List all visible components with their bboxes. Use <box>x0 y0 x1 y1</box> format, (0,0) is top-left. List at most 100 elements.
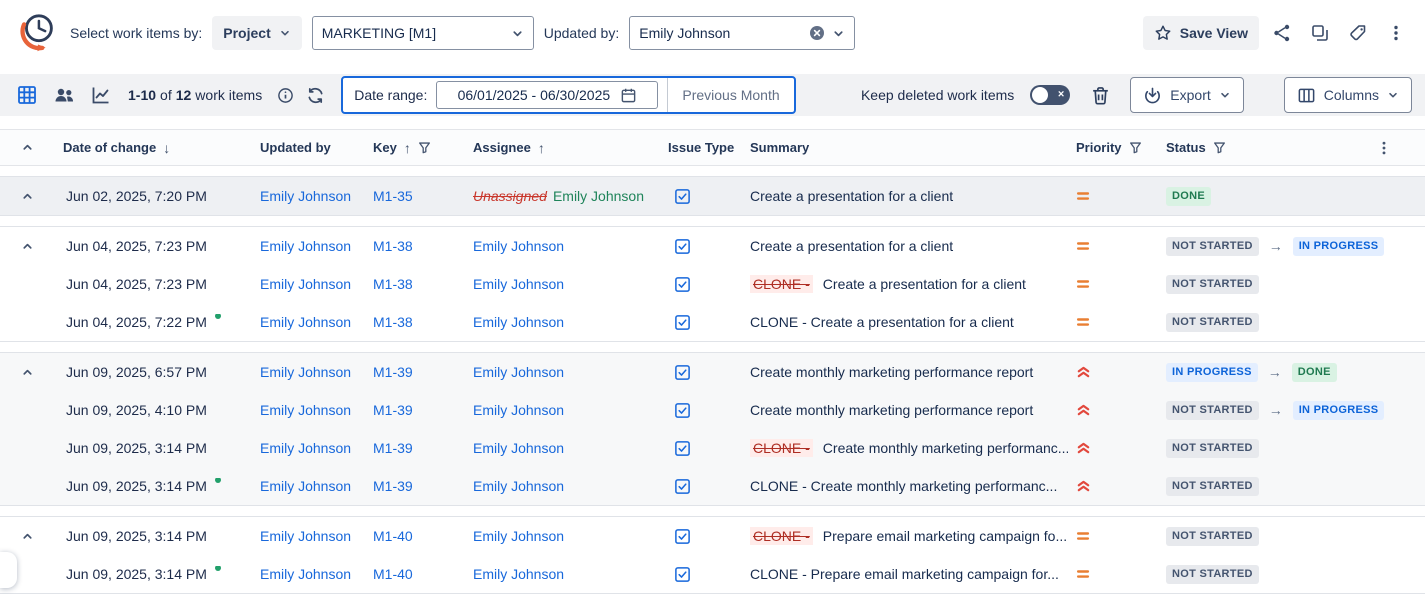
col-updated-by[interactable]: Updated by <box>260 140 331 155</box>
export-button[interactable]: Export <box>1130 77 1243 113</box>
save-view-button[interactable]: Save View <box>1143 16 1259 50</box>
assignee-link[interactable]: Emily Johnson <box>473 238 564 254</box>
tag-button[interactable] <box>1343 18 1373 48</box>
table-row: Jun 02, 2025, 7:20 PM Emily Johnson M1-3… <box>0 177 1425 215</box>
table-options-button[interactable] <box>1376 140 1392 156</box>
share-button[interactable] <box>1267 18 1297 48</box>
updated-by-link[interactable]: Emily Johnson <box>260 440 351 456</box>
collapse-group-icon[interactable] <box>21 190 34 203</box>
task-type-icon <box>674 402 691 419</box>
refresh-button[interactable] <box>304 81 326 109</box>
table-row: Jun 09, 2025, 3:14 PM Emily Johnson M1-3… <box>0 429 1425 467</box>
previous-month-button[interactable]: Previous Month <box>668 87 793 103</box>
trash-icon <box>1090 85 1111 106</box>
change-date: Jun 02, 2025, 7:20 PM <box>66 188 207 204</box>
assignee-link[interactable]: Emily Johnson <box>473 364 564 380</box>
status-badge: DONE <box>1292 363 1337 382</box>
col-status[interactable]: Status <box>1166 140 1206 155</box>
header-overflow-menu-button[interactable] <box>1381 18 1411 48</box>
scope-dropdown-button[interactable]: Project <box>212 16 301 50</box>
issue-key-link[interactable]: M1-38 <box>373 314 413 330</box>
col-assignee[interactable]: Assignee <box>473 140 531 155</box>
change-date: Jun 04, 2025, 7:23 PM <box>66 276 207 292</box>
people-view-button[interactable] <box>50 81 78 109</box>
sort-desc-icon[interactable]: ↓ <box>163 140 170 156</box>
status-badge: NOT STARTED <box>1166 401 1259 420</box>
issue-key-link[interactable]: M1-35 <box>373 188 413 204</box>
summary-text: CLONE - Create a presentation for a clie… <box>750 314 1014 330</box>
collapse-group-icon[interactable] <box>21 240 34 253</box>
keep-deleted-toggle[interactable]: × <box>1030 85 1070 105</box>
task-type-icon <box>674 276 691 293</box>
assignee-link[interactable]: Emily Johnson <box>473 440 564 456</box>
clear-icon[interactable] <box>809 25 825 41</box>
duplicate-view-button[interactable] <box>1305 18 1335 48</box>
work-item-group: Jun 02, 2025, 7:20 PM Emily Johnson M1-3… <box>0 176 1425 216</box>
collapse-group-icon[interactable] <box>21 366 34 379</box>
assignee-link[interactable]: Emily Johnson <box>473 528 564 544</box>
filter-icon[interactable] <box>1213 141 1226 154</box>
issue-key-link[interactable]: M1-38 <box>373 238 413 254</box>
keep-deleted-label: Keep deleted work items <box>861 87 1014 103</box>
summary-text: CLONE - Prepare email marketing campaign… <box>750 566 1059 582</box>
chart-view-button[interactable] <box>87 81 115 109</box>
updated-by-link[interactable]: Emily Johnson <box>260 478 351 494</box>
updated-by-link[interactable]: Emily Johnson <box>260 314 351 330</box>
updated-by-link[interactable]: Emily Johnson <box>260 566 351 582</box>
assignee-link[interactable]: Emily Johnson <box>473 566 564 582</box>
updated-by-link[interactable]: Emily Johnson <box>260 402 351 418</box>
assignee-link[interactable]: Emily Johnson <box>473 314 564 330</box>
issue-key-link[interactable]: M1-39 <box>373 478 413 494</box>
toolbar-right: Keep deleted work items × Export Columns <box>861 77 1412 113</box>
assignee-link[interactable]: Emily Johnson <box>473 402 564 418</box>
collapse-all-icon[interactable] <box>21 141 34 154</box>
info-icon <box>277 87 294 104</box>
issue-key-link[interactable]: M1-39 <box>373 364 413 380</box>
project-select[interactable]: MARKETING [M1] <box>312 16 534 50</box>
col-date-of-change[interactable]: Date of change <box>63 140 156 155</box>
task-type-icon <box>674 566 691 583</box>
assignee-link[interactable]: Emily Johnson <box>473 276 564 292</box>
filter-icon[interactable] <box>418 141 431 154</box>
filter-icon[interactable] <box>1129 141 1142 154</box>
collapse-group-icon[interactable] <box>21 530 34 543</box>
table-view-button[interactable] <box>13 81 41 109</box>
chart-icon <box>90 84 112 106</box>
transition-arrow-icon: → <box>1269 402 1283 418</box>
col-key[interactable]: Key <box>373 140 397 155</box>
issue-key-link[interactable]: M1-39 <box>373 440 413 456</box>
change-date: Jun 09, 2025, 4:10 PM <box>66 402 207 418</box>
change-date: Jun 09, 2025, 3:14 PM <box>66 528 207 544</box>
task-type-icon <box>674 314 691 331</box>
priority-high-icon <box>1076 403 1091 417</box>
updated-by-link[interactable]: Emily Johnson <box>260 238 351 254</box>
sort-asc-icon[interactable]: ↑ <box>404 140 411 156</box>
columns-button[interactable]: Columns <box>1284 77 1412 113</box>
updated-by-link[interactable]: Emily Johnson <box>260 188 351 204</box>
priority-medium-icon <box>1076 568 1091 580</box>
assignee-link[interactable]: Emily Johnson <box>473 478 564 494</box>
updated-by-link[interactable]: Emily Johnson <box>260 364 351 380</box>
star-icon <box>1154 24 1172 42</box>
delete-button[interactable] <box>1086 81 1114 109</box>
summary-text: Create monthly marketing performanc... <box>823 440 1068 456</box>
col-priority[interactable]: Priority <box>1076 140 1122 155</box>
col-issue-type[interactable]: Issue Type <box>668 140 734 155</box>
col-summary[interactable]: Summary <box>750 140 809 155</box>
issue-key-link[interactable]: M1-38 <box>373 276 413 292</box>
issue-key-link[interactable]: M1-40 <box>373 566 413 582</box>
change-date: Jun 09, 2025, 3:14 PM <box>66 478 207 494</box>
info-button[interactable] <box>275 81 295 109</box>
date-range-input[interactable]: 06/01/2025 - 06/30/2025 <box>436 81 658 109</box>
issue-key-link[interactable]: M1-40 <box>373 528 413 544</box>
issue-key-link[interactable]: M1-39 <box>373 402 413 418</box>
app-logo-icon[interactable] <box>14 10 60 56</box>
floating-widget-handle[interactable] <box>0 552 17 588</box>
export-label: Export <box>1170 87 1210 103</box>
updated-by-link[interactable]: Emily Johnson <box>260 528 351 544</box>
updated-by-select[interactable]: Emily Johnson <box>629 16 855 50</box>
sort-asc-icon[interactable]: ↑ <box>538 140 545 156</box>
calendar-icon[interactable] <box>620 87 637 104</box>
updated-by-link[interactable]: Emily Johnson <box>260 276 351 292</box>
date-range-filter: Date range: 06/01/2025 - 06/30/2025 Prev… <box>341 76 795 114</box>
